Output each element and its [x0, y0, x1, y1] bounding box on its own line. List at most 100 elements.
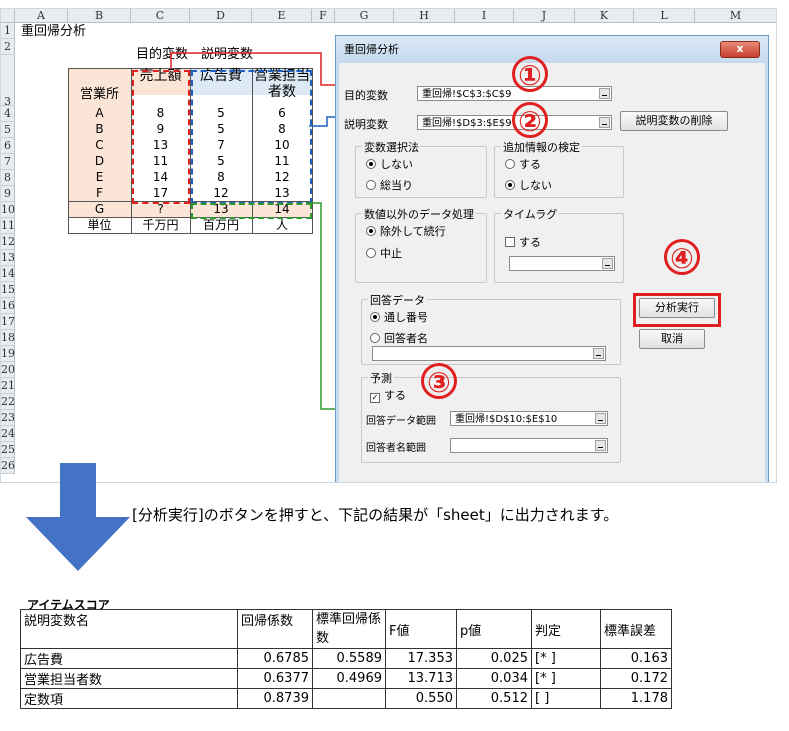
radio-icon: [370, 333, 380, 343]
down-arrow-icon: [26, 463, 130, 571]
radio-selected-icon: [366, 226, 376, 236]
selection-method-title: 変数選択法: [362, 139, 421, 155]
cell: 0.172: [600, 668, 672, 689]
radio-label: 中止: [380, 247, 402, 260]
dropdown-icon[interactable]: [595, 440, 606, 451]
cancel-button[interactable]: 取消: [639, 329, 705, 349]
header-cell: F値: [385, 609, 457, 649]
close-icon: x: [736, 42, 744, 55]
non-numeric-group: 数値以外のデータ処理 除外して続行 中止: [355, 206, 487, 283]
checkbox-label: する: [384, 389, 406, 402]
header-cell: 標準回帰係数: [312, 609, 386, 649]
additional-test-title: 追加情報の検定: [501, 139, 582, 155]
header-cell: 判定: [531, 609, 601, 649]
table-row: 広告費 0.6785 0.5589 17.353 0.025 [* ] 0.16…: [20, 648, 672, 669]
cell: 営業担当者数: [20, 668, 238, 689]
radio-icon: [366, 248, 376, 258]
time-lag-checkbox[interactable]: する: [505, 234, 541, 250]
table-row: 定数項 0.8739 0.550 0.512 [ ] 1.178: [20, 688, 672, 709]
cell: 13.713: [385, 668, 457, 689]
dropdown-icon[interactable]: [602, 258, 613, 269]
cell: 0.5589: [312, 648, 386, 669]
cell: 0.550: [385, 688, 457, 709]
explanatory-label: 説明変数: [344, 118, 388, 131]
header-cell: 標準誤差: [600, 609, 672, 649]
close-button[interactable]: x: [720, 41, 760, 58]
cell: 0.163: [600, 648, 672, 669]
result-table: 説明変数名 回帰係数 標準回帰係数 F値 p値 判定 標準誤差 広告費 0.67…: [20, 609, 672, 709]
respondent-name-radio[interactable]: 回答者名: [370, 330, 428, 346]
cell: 1.178: [600, 688, 672, 709]
selection-method-group: 変数選択法 しない 総当り: [355, 139, 487, 198]
table-header-row: 説明変数名 回帰係数 標準回帰係数 F値 p値 判定 標準誤差: [20, 609, 672, 649]
cell: 0.6377: [237, 668, 313, 689]
cell: 広告費: [20, 648, 238, 669]
cell: 0.6785: [237, 648, 313, 669]
exclude-continue-radio[interactable]: 除外して続行: [366, 223, 446, 239]
checkbox-label: する: [519, 236, 541, 249]
radio-label: 回答者名: [384, 332, 428, 345]
checkbox-icon: [505, 237, 515, 247]
prediction-checkbox[interactable]: ✓ する: [370, 387, 406, 403]
abort-radio[interactable]: 中止: [366, 245, 402, 261]
additional-no-radio[interactable]: しない: [505, 177, 552, 193]
radio-icon: [505, 159, 515, 169]
checkbox-checked-icon: ✓: [370, 393, 380, 403]
radio-label: する: [519, 158, 541, 171]
serial-number-radio[interactable]: 通し番号: [370, 309, 428, 325]
respondent-range-label: 回答者名範囲: [366, 443, 426, 454]
cell: 0.8739: [237, 688, 313, 709]
dropdown-icon[interactable]: [593, 348, 604, 359]
dropdown-icon[interactable]: [599, 117, 610, 128]
time-lag-group: タイムラグ する: [494, 206, 624, 283]
radio-selected-icon: [505, 180, 515, 190]
cell: 17.353: [385, 648, 457, 669]
cell: 0.4969: [312, 668, 386, 689]
marker-4: ④: [664, 239, 700, 275]
radio-label: 通し番号: [384, 311, 428, 324]
time-lag-input[interactable]: [509, 256, 615, 271]
answer-data-title: 回答データ: [368, 292, 427, 308]
additional-test-group: 追加情報の検定 する しない: [494, 139, 624, 198]
run-analysis-button[interactable]: 分析実行: [639, 298, 715, 318]
radio-label: しない: [380, 158, 413, 171]
regression-dialog: 重回帰分析 x 目的変数 重回帰!$C$3:$C$9 説明変数 重回帰!$D$3…: [335, 35, 769, 482]
dropdown-icon[interactable]: [595, 413, 606, 424]
table-row: 営業担当者数 0.6377 0.4969 13.713 0.034 [* ] 0…: [20, 668, 672, 689]
cell: [312, 688, 386, 709]
header-cell: p値: [456, 609, 532, 649]
prediction-range-value: 重回帰!$D$10:$E$10: [455, 414, 558, 425]
prediction-title: 予測: [368, 370, 394, 386]
dropdown-icon[interactable]: [599, 88, 610, 99]
respondent-name-input[interactable]: [372, 346, 606, 361]
objective-range-input[interactable]: 重回帰!$C$3:$C$9: [417, 86, 612, 101]
selection-all-radio[interactable]: 総当り: [366, 177, 413, 193]
answer-data-group: 回答データ 通し番号 回答者名: [361, 292, 621, 365]
header-cell: 説明変数名: [20, 609, 238, 649]
marker-1: ①: [512, 56, 548, 92]
objective-range-value: 重回帰!$C$3:$C$9: [422, 89, 512, 100]
prediction-range-label: 回答データ範囲: [366, 416, 436, 427]
radio-label: しない: [519, 179, 552, 192]
selection-none-radio[interactable]: しない: [366, 156, 413, 172]
cell: [ ]: [531, 688, 601, 709]
excel-sheet: A B C D E F G H I J K L M 1 2 3 4 5 6 7 …: [0, 8, 777, 483]
prediction-group: 予測 ✓ する 回答データ範囲 重回帰!$D$10:$E$10 回答者名範囲: [361, 370, 621, 463]
cell: [* ]: [531, 648, 601, 669]
header-cell: 回帰係数: [237, 609, 313, 649]
respondent-range-input[interactable]: [450, 438, 608, 453]
delete-explanatory-button[interactable]: 説明変数の削除: [620, 111, 728, 131]
radio-label: 除外して続行: [380, 225, 446, 238]
cell: [* ]: [531, 668, 601, 689]
prediction-range-input[interactable]: 重回帰!$D$10:$E$10: [450, 411, 608, 426]
non-numeric-title: 数値以外のデータ処理: [362, 206, 476, 222]
objective-label: 目的変数: [344, 89, 388, 102]
additional-yes-radio[interactable]: する: [505, 156, 541, 172]
caption-text: [分析実行]のボタンを押すと、下記の結果が「sheet」に出力されます。: [132, 506, 619, 524]
marker-2: ②: [512, 102, 548, 138]
radio-label: 総当り: [380, 179, 413, 192]
radio-selected-icon: [370, 312, 380, 322]
dialog-title: 重回帰分析: [344, 43, 399, 56]
explanatory-range-value: 重回帰!$D$3:$E$9: [422, 118, 512, 129]
dialog-titlebar[interactable]: 重回帰分析 x: [336, 36, 768, 63]
